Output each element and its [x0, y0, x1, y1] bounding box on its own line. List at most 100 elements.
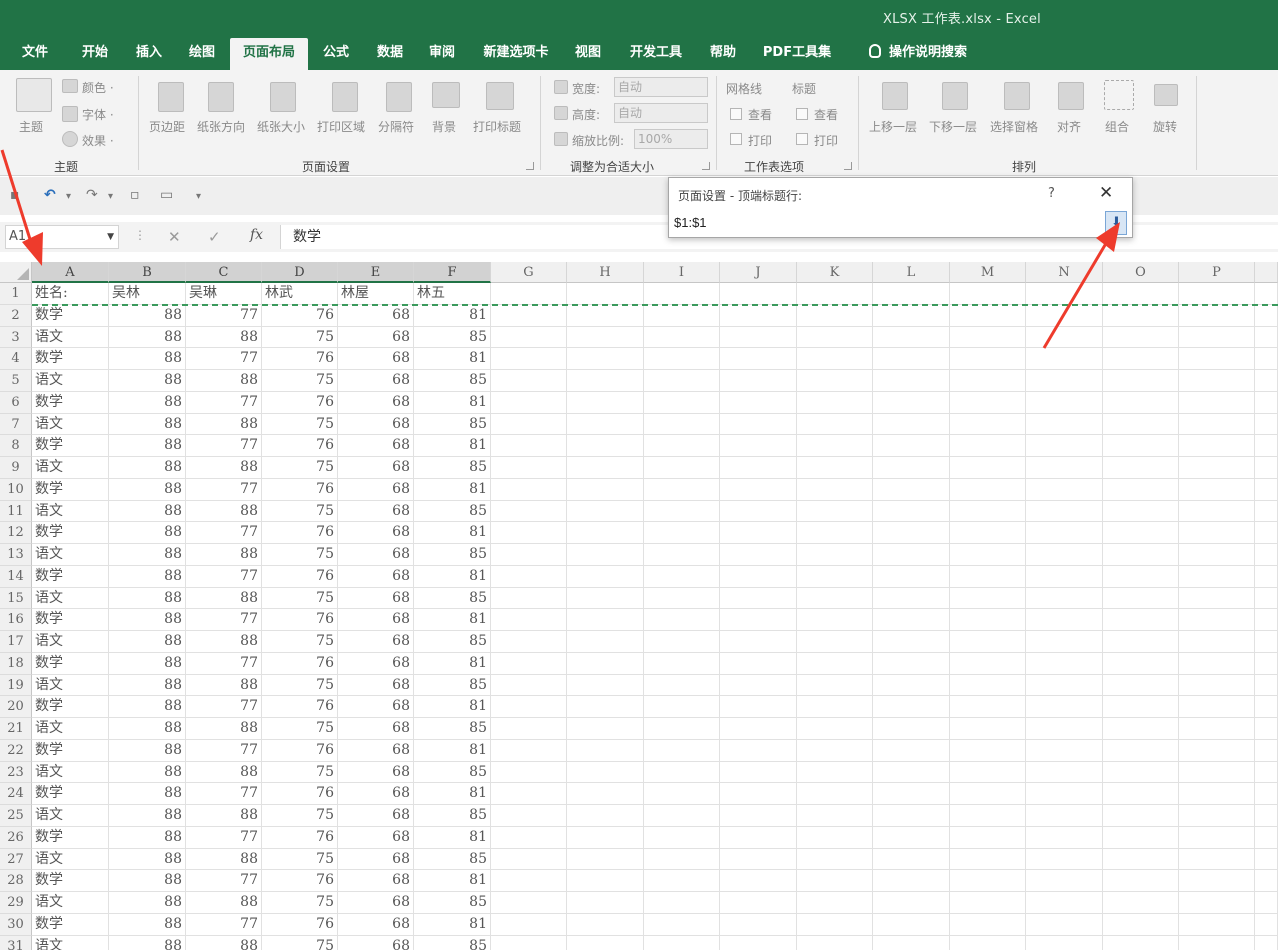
- empty-cell[interactable]: [491, 892, 567, 914]
- data-cell[interactable]: 77: [186, 304, 262, 327]
- empty-cell[interactable]: [1103, 326, 1179, 349]
- empty-cell[interactable]: [644, 304, 720, 327]
- data-cell[interactable]: 88: [186, 413, 262, 436]
- data-cell[interactable]: 75: [262, 326, 338, 349]
- empty-cell[interactable]: [1103, 544, 1179, 566]
- empty-cell[interactable]: [720, 522, 797, 544]
- data-cell[interactable]: 88: [186, 587, 262, 610]
- empty-cell[interactable]: [720, 935, 797, 950]
- empty-cell[interactable]: [567, 783, 644, 805]
- data-cell[interactable]: 77: [186, 870, 262, 892]
- empty-cell[interactable]: [567, 696, 644, 718]
- data-cell[interactable]: 88: [109, 848, 186, 871]
- empty-cell[interactable]: [797, 500, 873, 523]
- data-cell[interactable]: 88: [109, 457, 186, 479]
- data-cell[interactable]: 76: [262, 696, 338, 718]
- empty-cell[interactable]: [1103, 652, 1179, 675]
- scale-stepper[interactable]: 100%: [634, 129, 708, 149]
- empty-cell[interactable]: [950, 652, 1026, 675]
- empty-cell[interactable]: [567, 348, 644, 370]
- header-cell[interactable]: 吴琳: [186, 283, 262, 305]
- data-cell[interactable]: 68: [338, 652, 414, 675]
- data-cell[interactable]: 75: [262, 500, 338, 523]
- empty-cell[interactable]: [720, 457, 797, 479]
- empty-cell[interactable]: [491, 631, 567, 653]
- data-cell[interactable]: 88: [109, 718, 186, 740]
- empty-cell[interactable]: [950, 370, 1026, 392]
- undo-dropdown-icon[interactable]: ▾: [66, 191, 71, 202]
- data-cell[interactable]: 68: [338, 478, 414, 501]
- empty-cell[interactable]: [644, 435, 720, 457]
- empty-cell[interactable]: [644, 283, 720, 305]
- empty-cell[interactable]: [797, 544, 873, 566]
- data-cell[interactable]: 68: [338, 913, 414, 936]
- data-cell[interactable]: 68: [338, 848, 414, 871]
- empty-cell[interactable]: [797, 348, 873, 370]
- data-cell[interactable]: 75: [262, 935, 338, 950]
- tab-review[interactable]: 审阅: [416, 36, 468, 70]
- empty-cell[interactable]: [1179, 326, 1255, 349]
- empty-cell[interactable]: [1179, 544, 1255, 566]
- empty-cell[interactable]: [720, 609, 797, 631]
- empty-cell[interactable]: [491, 783, 567, 805]
- empty-cell[interactable]: [644, 391, 720, 414]
- data-cell[interactable]: 81: [414, 435, 491, 457]
- empty-cell[interactable]: [720, 370, 797, 392]
- data-cell[interactable]: 77: [186, 478, 262, 501]
- data-cell[interactable]: 77: [186, 435, 262, 457]
- empty-cell[interactable]: [873, 283, 950, 305]
- tab-page-layout[interactable]: 页面布局: [230, 38, 308, 70]
- empty-cell[interactable]: [873, 739, 950, 762]
- empty-cell[interactable]: [797, 631, 873, 653]
- empty-cell[interactable]: [873, 674, 950, 697]
- tab-file[interactable]: 文件: [8, 36, 62, 70]
- row-header[interactable]: 22: [0, 739, 32, 762]
- rotate-button[interactable]: 旋转: [1153, 118, 1177, 135]
- empty-cell[interactable]: [1026, 500, 1103, 523]
- empty-cell[interactable]: [720, 500, 797, 523]
- empty-cell[interactable]: [1026, 652, 1103, 675]
- empty-cell[interactable]: [873, 935, 950, 950]
- empty-cell[interactable]: [644, 652, 720, 675]
- empty-cell[interactable]: [797, 587, 873, 610]
- empty-cell[interactable]: [1026, 283, 1103, 305]
- data-cell[interactable]: 81: [414, 652, 491, 675]
- data-cell[interactable]: 88: [109, 652, 186, 675]
- data-cell[interactable]: 76: [262, 870, 338, 892]
- data-cell[interactable]: 85: [414, 935, 491, 950]
- empty-cell[interactable]: [797, 413, 873, 436]
- data-cell[interactable]: 81: [414, 522, 491, 544]
- empty-cell[interactable]: [1179, 478, 1255, 501]
- column-header-e[interactable]: E: [338, 262, 414, 283]
- empty-cell[interactable]: [491, 348, 567, 370]
- empty-cell[interactable]: [1026, 544, 1103, 566]
- column-header-l[interactable]: L: [873, 262, 950, 283]
- empty-cell[interactable]: [873, 435, 950, 457]
- empty-cell[interactable]: [797, 478, 873, 501]
- empty-cell[interactable]: [1179, 631, 1255, 653]
- empty-cell[interactable]: [567, 544, 644, 566]
- height-select[interactable]: 自动: [614, 103, 708, 123]
- empty-cell[interactable]: [950, 718, 1026, 740]
- empty-cell[interactable]: [1026, 805, 1103, 827]
- row-header[interactable]: 1: [0, 283, 32, 305]
- breaks-button[interactable]: 分隔符: [378, 118, 414, 135]
- empty-cell[interactable]: [950, 783, 1026, 805]
- data-cell[interactable]: 68: [338, 739, 414, 762]
- data-cell[interactable]: 数学: [32, 783, 109, 805]
- empty-cell[interactable]: [491, 826, 567, 849]
- data-cell[interactable]: 68: [338, 826, 414, 849]
- empty-cell[interactable]: [1103, 826, 1179, 849]
- data-cell[interactable]: 77: [186, 739, 262, 762]
- data-cell[interactable]: 语文: [32, 544, 109, 566]
- data-cell[interactable]: 81: [414, 826, 491, 849]
- empty-cell[interactable]: [491, 544, 567, 566]
- row-header[interactable]: 10: [0, 478, 32, 501]
- empty-cell[interactable]: [644, 913, 720, 936]
- data-cell[interactable]: 68: [338, 718, 414, 740]
- empty-cell[interactable]: [644, 718, 720, 740]
- empty-cell[interactable]: [873, 304, 950, 327]
- data-cell[interactable]: 85: [414, 718, 491, 740]
- row-header[interactable]: 23: [0, 761, 32, 784]
- select-all-button[interactable]: [0, 262, 32, 283]
